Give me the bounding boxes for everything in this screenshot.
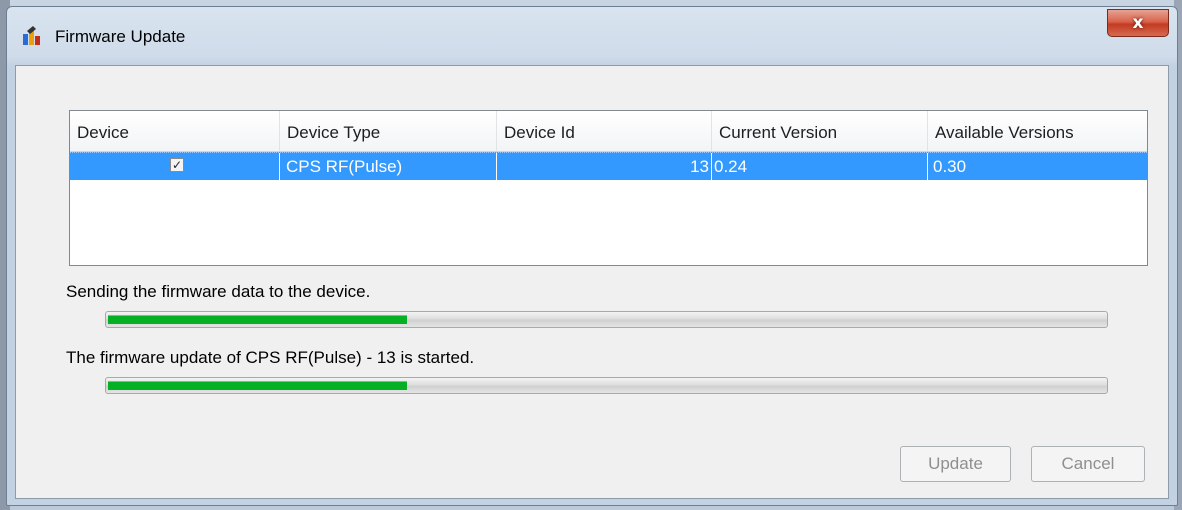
close-button[interactable]: x (1107, 9, 1169, 37)
status-label-update: The firmware update of CPS RF(Pulse) - 1… (66, 348, 475, 367)
table-header: Device Device Type Device Id Current Ver… (70, 111, 1147, 152)
column-header-device[interactable]: Device (70, 111, 280, 151)
firmware-app-icon (23, 26, 40, 45)
column-header-device-id[interactable]: Device Id (497, 111, 712, 151)
table-row[interactable]: ✓ CPS RF(Pulse) 13 0.24 0.30 (70, 152, 1147, 180)
column-header-available-versions[interactable]: Available Versions (928, 111, 1147, 151)
progress-bar-sending (105, 311, 1108, 328)
cell-current-version: 0.24 (712, 153, 928, 180)
dialog-content: Device Device Type Device Id Current Ver… (15, 65, 1169, 499)
close-icon: x (1132, 13, 1144, 33)
progress-bar-update (105, 377, 1108, 394)
firmware-update-dialog: Firmware Update x Device Device Type Dev… (6, 6, 1178, 506)
title-bar[interactable]: Firmware Update x (7, 7, 1177, 63)
cell-device: ✓ (70, 153, 280, 180)
cell-device-id: 13 (497, 153, 712, 180)
device-table: Device Device Type Device Id Current Ver… (69, 110, 1148, 266)
progress-fill (108, 381, 407, 390)
window-title: Firmware Update (55, 27, 186, 46)
cell-available-versions: 0.30 (933, 157, 967, 176)
update-button[interactable]: Update (900, 446, 1011, 482)
cancel-button[interactable]: Cancel (1031, 446, 1145, 482)
device-checkbox[interactable]: ✓ (170, 158, 184, 172)
column-header-current-version[interactable]: Current Version (712, 111, 928, 151)
status-label-sending: Sending the firmware data to the device. (66, 282, 371, 301)
progress-fill (108, 315, 407, 324)
cell-device-type: CPS RF(Pulse) (280, 153, 497, 180)
column-header-device-type[interactable]: Device Type (280, 111, 497, 151)
